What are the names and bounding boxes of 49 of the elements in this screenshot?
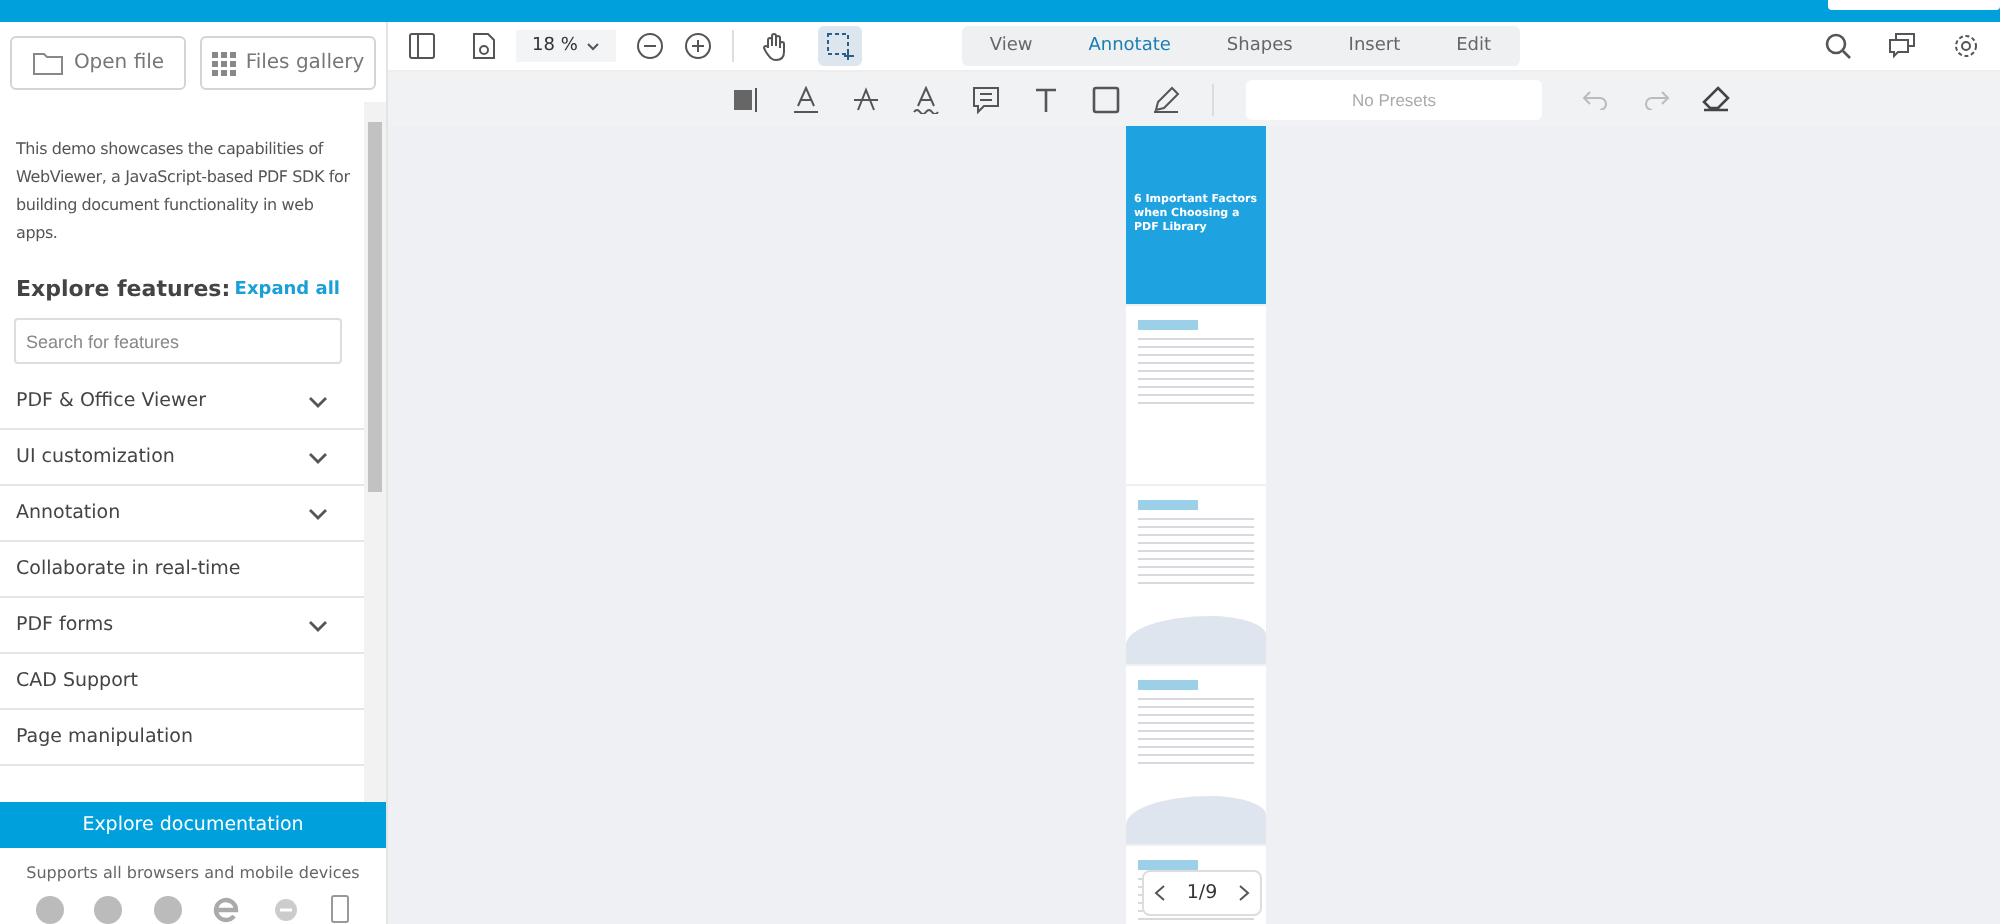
caret-icon [585,41,600,51]
toolbar-tab[interactable]: View [961,26,1061,66]
sidebar-toggle-icon[interactable] [408,32,436,60]
toolbar-tab[interactable]: Shapes [1198,26,1321,66]
grid-icon [211,51,236,75]
intro-text: This demo showcases the capabilities of WebViewer, a JavaScript-based PDF SDK for building document functionality in web apps. [16,138,352,246]
page-thumbnail[interactable] [1126,486,1266,664]
selection-icon [825,32,854,60]
search-icon[interactable] [1824,32,1852,60]
page-thumbnail[interactable] [1126,666,1266,844]
selection-tool[interactable] [817,26,862,66]
underline-icon[interactable] [792,85,820,113]
mobile-device-icon [330,894,351,924]
page-thumbnail[interactable] [1126,306,1266,484]
text-icon[interactable] [1032,85,1060,113]
toolbar-tab[interactable]: Insert [1320,26,1429,66]
toolbar-tab[interactable]: Annotate [1060,26,1199,66]
settings-icon[interactable] [1952,32,1980,60]
comments-icon[interactable] [1888,32,1916,60]
squiggly-icon[interactable] [912,85,940,113]
rectangle-icon[interactable] [1092,85,1120,113]
scrollbar[interactable] [364,102,386,802]
hand-icon [761,31,790,61]
search-field[interactable]: Search for features [14,318,342,364]
next-page-icon[interactable] [1237,884,1250,902]
sidebar-button[interactable]: Files gallery [200,36,376,90]
folder-icon [31,50,64,76]
pen-icon[interactable] [1152,85,1180,113]
browser-icon [153,895,182,923]
expand-all-link[interactable]: Expand all [234,279,340,299]
strikeout-icon[interactable] [852,85,880,113]
sidebar-button[interactable]: Open file [10,36,186,90]
browser-icon [35,895,64,923]
supports-text: Supports all browsers and mobile devices [24,864,362,882]
zoom-out-icon[interactable] [635,32,664,60]
documentation-button[interactable]: Explore documentation [0,802,386,848]
document-icon[interactable] [472,32,496,60]
presets-field[interactable]: No Presets [1246,79,1542,119]
zoom-in-icon[interactable] [683,32,712,60]
browser-icon [212,895,241,923]
toolbar-tab[interactable]: Edit [1428,26,1520,66]
comment-icon[interactable] [972,85,1000,113]
section-heading: Explore features: [16,276,231,302]
text-box-icon[interactable] [732,85,760,113]
eraser-icon[interactable] [1702,86,1730,112]
page-indicator[interactable]: 1/9 [1186,882,1218,904]
previous-page-icon[interactable] [1154,884,1167,902]
browser-icon [94,895,123,923]
zoom-dropdown[interactable]: 18 % [516,30,616,62]
